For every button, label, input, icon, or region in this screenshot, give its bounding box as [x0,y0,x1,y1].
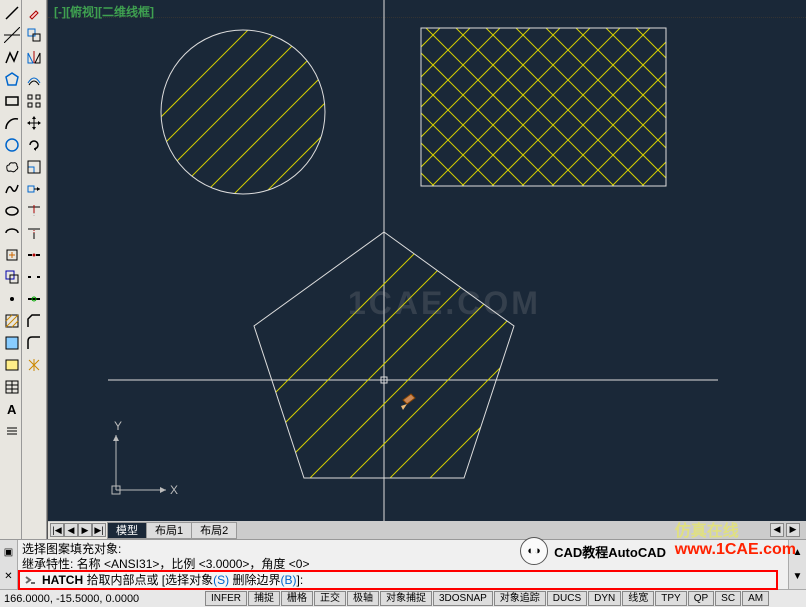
fillet-tool-icon[interactable] [22,332,45,354]
status-btn-ducs[interactable]: DUCS [547,591,587,606]
copy-tool-icon[interactable] [22,24,45,46]
tab-first-icon[interactable]: |◀ [50,523,64,537]
cmd-scroll-up-icon[interactable]: ▲ [789,547,806,558]
cmd-scroll-down-icon[interactable]: ▼ [789,571,806,582]
region-tool-icon[interactable] [0,354,23,376]
polygon-tool-icon[interactable] [0,68,23,90]
rotate-tool-icon[interactable] [22,134,45,156]
status-btn-snap[interactable]: 捕捉 [248,591,280,606]
xline-tool-icon[interactable] [0,24,23,46]
hscroll-right-icon[interactable]: ▶ [786,523,800,537]
draw-toolbar: A [0,0,22,539]
table-tool-icon[interactable] [0,376,23,398]
cmd-history-up-icon[interactable]: ▣ [4,547,13,558]
insert-block-tool-icon[interactable] [0,244,23,266]
break-tool-icon[interactable] [22,266,45,288]
status-btn-infer[interactable]: INFER [205,591,247,606]
ellipse-tool-icon[interactable] [0,200,23,222]
status-coordinates: 166.0000, -15.5000, 0.0000 [4,593,204,605]
svg-text:X: X [170,483,178,497]
command-area: ▣ ✕ 选择图案填充对象: 继承特性: 名称 <ANSI31>，比例 <3.00… [0,539,806,589]
wechat-icon: ◐◑ [520,537,548,565]
circle-tool-icon[interactable] [0,134,23,156]
tab-prev-icon[interactable]: ◀ [64,523,78,537]
explode-tool-icon[interactable] [22,354,45,376]
hscroll-left-icon[interactable]: ◀ [770,523,784,537]
move-tool-icon[interactable] [22,112,45,134]
mtext-tool-icon[interactable]: A [0,398,23,420]
tab-last-icon[interactable]: ▶| [92,523,106,537]
offset-tool-icon[interactable] [22,68,45,90]
ellipsearc-tool-icon[interactable] [0,222,23,244]
status-btn-am[interactable]: AM [742,591,769,606]
more-tool-icon[interactable] [0,420,23,442]
status-btn-dyn[interactable]: DYN [588,591,621,606]
tab-model[interactable]: 模型 [107,522,147,539]
status-btn-tpy[interactable]: TPY [655,591,686,606]
status-btn-polar[interactable]: 极轴 [347,591,379,606]
layout-tabs-bar: |◀ ◀ ▶ ▶| 模型 布局1 布局2 ◀ ▶ [48,521,806,539]
gradient-tool-icon[interactable] [0,332,23,354]
svg-text:Y: Y [114,419,122,433]
polyline-tool-icon[interactable] [0,46,23,68]
status-btn-osnap[interactable]: 对象捕捉 [380,591,432,606]
tab-layout1[interactable]: 布局1 [146,522,192,539]
hatched-circle[interactable] [88,0,453,325]
stretch-tool-icon[interactable] [22,178,45,200]
point-tool-icon[interactable] [0,288,23,310]
extend-tool-icon[interactable] [22,222,45,244]
join-tool-icon[interactable] [22,288,45,310]
command-input[interactable]: HATCH 拾取内部点或 [选择对象(S) 删除边界(B)]: [18,570,778,590]
hatched-pentagon[interactable] [158,110,804,522]
rectangle-tool-icon[interactable] [0,90,23,112]
line-tool-icon[interactable] [0,2,23,24]
wechat-watermark: ◐◑ CAD教程AutoCAD [520,537,666,565]
left-toolbars: A [0,0,47,539]
status-bar: 166.0000, -15.5000, 0.0000 INFER 捕捉 栅格 正… [0,589,806,607]
command-prompt-text: HATCH 拾取内部点或 [选择对象(S) 删除边界(B)]: [42,573,303,588]
drawing-area[interactable]: [-][俯视][二维线框] [47,0,806,539]
scale-tool-icon[interactable] [22,156,45,178]
tab-next-icon[interactable]: ▶ [78,523,92,537]
cmd-prompt-icon [24,574,36,586]
trim-tool-icon[interactable] [22,200,45,222]
mirror-tool-icon[interactable] [22,46,45,68]
revcloud-tool-icon[interactable] [0,156,23,178]
array-tool-icon[interactable] [22,90,45,112]
status-btn-sc[interactable]: SC [715,591,741,606]
cmd-history-down-icon[interactable]: ✕ [4,571,12,582]
modify-toolbar [22,0,47,539]
tab-nav-buttons: |◀ ◀ ▶ ▶| [48,522,108,539]
status-btn-lwt[interactable]: 线宽 [622,591,654,606]
status-btn-ortho[interactable]: 正交 [314,591,346,606]
status-btn-grid[interactable]: 栅格 [281,591,313,606]
drawing-canvas[interactable]: X Y [48,0,804,522]
status-btn-3dosnap[interactable]: 3DOSNAP [433,591,493,606]
erase-tool-icon[interactable] [22,2,45,24]
make-block-tool-icon[interactable] [0,266,23,288]
svg-text:A: A [7,402,17,417]
spline-tool-icon[interactable] [0,178,23,200]
chamfer-tool-icon[interactable] [22,310,45,332]
hatch-tool-icon[interactable] [0,310,23,332]
status-btn-otrack[interactable]: 对象追踪 [494,591,546,606]
status-btn-qp[interactable]: QP [688,591,714,606]
ucs-icon: X Y [112,419,178,497]
break-at-point-tool-icon[interactable] [22,244,45,266]
arc-tool-icon[interactable] [0,112,23,134]
tab-layout2[interactable]: 布局2 [191,522,237,539]
cmd-history-line-1: 选择图案填充对象: [22,542,784,557]
hatch-cursor-icon [401,394,415,410]
hatched-rectangle[interactable] [398,0,708,280]
